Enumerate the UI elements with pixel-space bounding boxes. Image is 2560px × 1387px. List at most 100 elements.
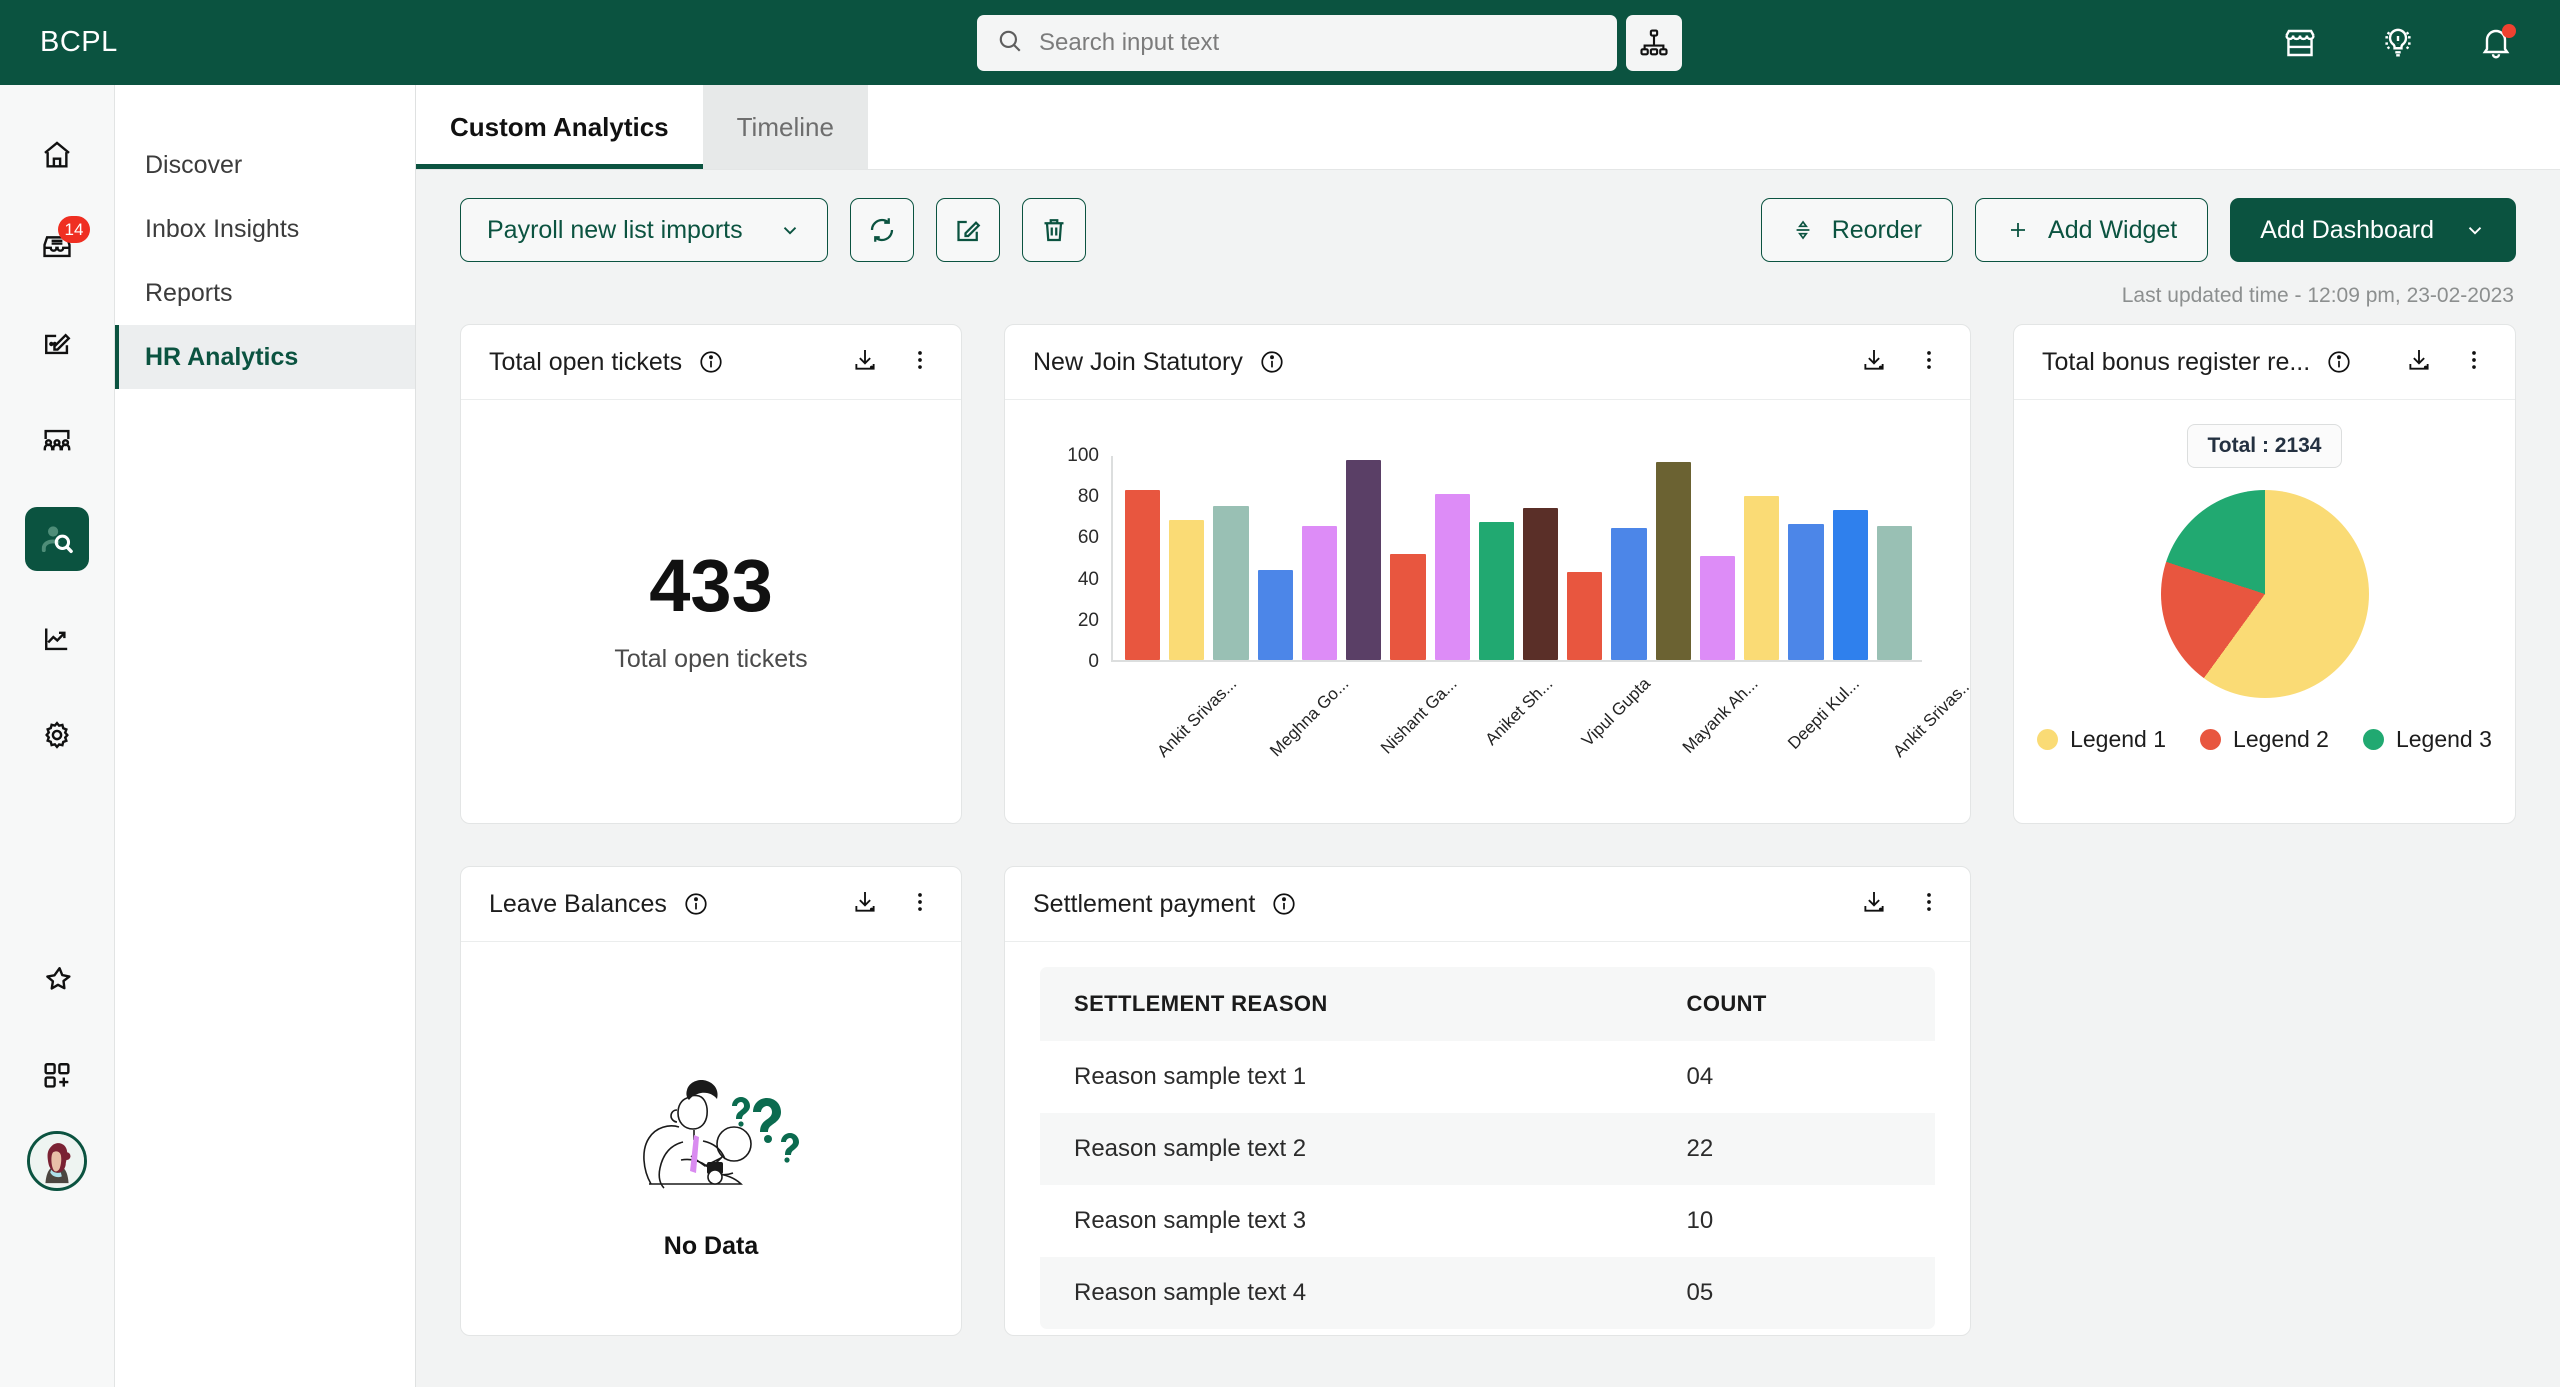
legend-item[interactable]: Legend 1 xyxy=(2037,726,2166,753)
trash-icon xyxy=(1044,219,1064,242)
bar[interactable] xyxy=(1390,554,1426,660)
widget-body: No Data xyxy=(461,942,961,1335)
table-body: Reason sample text 1 04 Reason sample text… xyxy=(1040,1041,1935,1329)
tab-custom-analytics[interactable]: Custom Analytics xyxy=(416,85,703,169)
bar[interactable] xyxy=(1611,528,1647,660)
y-axis-tick: 0 xyxy=(1088,651,1099,672)
brand-logo[interactable]: BCPL xyxy=(40,26,118,59)
bar[interactable] xyxy=(1788,524,1824,660)
bar[interactable] xyxy=(1434,494,1470,660)
more-options-icon[interactable] xyxy=(907,889,933,920)
bar[interactable] xyxy=(1301,526,1338,660)
bar[interactable] xyxy=(1655,462,1691,660)
tab-timeline[interactable]: Timeline xyxy=(702,85,868,169)
more-options-icon[interactable] xyxy=(907,347,933,378)
subnav-item-discover[interactable]: Discover xyxy=(115,133,415,197)
info-icon[interactable] xyxy=(2326,349,2352,375)
sidebar-item-add-app[interactable] xyxy=(25,1043,89,1107)
dashboard-select[interactable]: Payroll new list imports xyxy=(460,198,828,262)
sidebar-item-people-search[interactable] xyxy=(25,507,89,571)
info-icon[interactable] xyxy=(1259,349,1285,375)
more-options-icon[interactable] xyxy=(1916,347,1942,378)
sidebar-item-analytics[interactable] xyxy=(25,607,89,671)
bar[interactable] xyxy=(1346,460,1382,660)
info-icon[interactable] xyxy=(698,349,724,375)
download-icon[interactable] xyxy=(2405,346,2433,379)
widget-actions xyxy=(1860,346,1942,379)
pie-slices xyxy=(2160,490,2369,698)
download-icon[interactable] xyxy=(851,346,879,379)
widget-actions xyxy=(1860,888,1942,921)
search-input[interactable] xyxy=(1039,29,1597,57)
download-icon[interactable] xyxy=(1860,346,1888,379)
table-row[interactable]: Reason sample text 1 04 xyxy=(1040,1041,1935,1113)
sidebar-item-team[interactable] xyxy=(25,407,89,471)
refresh-button[interactable] xyxy=(849,198,914,262)
metric-label: Total open tickets xyxy=(614,645,808,673)
table-row[interactable]: Reason sample text 3 10 xyxy=(1040,1185,1935,1257)
bar[interactable] xyxy=(1699,556,1736,660)
sidebar-item-home[interactable] xyxy=(25,123,89,187)
metric-value: 433 xyxy=(649,544,773,627)
sidebar-item-inbox[interactable]: 14 xyxy=(25,215,90,279)
bar[interactable] xyxy=(1567,572,1603,660)
bar[interactable] xyxy=(1125,490,1161,660)
info-icon[interactable] xyxy=(683,891,709,917)
add-dashboard-label: Add Dashboard xyxy=(2260,215,2434,244)
settlement-table-wrap: SETTLEMENT REASON COUNT Reason sample te… xyxy=(1005,942,1970,1335)
add-widget-button[interactable]: Add Widget xyxy=(1975,198,2209,262)
info-icon[interactable] xyxy=(1271,891,1297,917)
bar[interactable] xyxy=(1169,520,1205,660)
sidebar-item-compose[interactable] xyxy=(25,311,89,375)
cell-count: 22 xyxy=(1686,1135,1714,1162)
table-row[interactable]: Reason sample text 4 05 xyxy=(1040,1257,1935,1329)
column-header-count: COUNT xyxy=(1652,967,1935,1041)
download-icon[interactable] xyxy=(851,888,879,921)
table-row[interactable]: Reason sample text 2 22 xyxy=(1040,1113,1935,1185)
widget-total-bonus-register: Total bonus register re... Total: 2134 … xyxy=(2013,324,2516,824)
widget-title: Total bonus register re... xyxy=(2042,347,2311,376)
legend-item[interactable]: Legend 2 xyxy=(2200,726,2329,753)
refresh-icon xyxy=(870,218,893,242)
bar[interactable] xyxy=(1257,570,1293,660)
y-axis-tick: 60 xyxy=(1077,527,1099,549)
bell-notification-icon[interactable] xyxy=(2478,23,2516,61)
widget-body: 433 Total open tickets xyxy=(461,400,961,823)
edit-button[interactable] xyxy=(935,198,1000,262)
sidebar-item-settings[interactable] xyxy=(25,703,89,767)
reorder-icon xyxy=(1796,220,1810,240)
chevron-down-icon xyxy=(2468,227,2482,235)
bar[interactable] xyxy=(1832,510,1868,660)
bar[interactable] xyxy=(1522,508,1559,660)
bar[interactable] xyxy=(1478,522,1514,660)
subnav-item-inbox-insights[interactable]: Inbox Insights xyxy=(115,197,415,261)
bar[interactable] xyxy=(1744,496,1780,660)
bar[interactable] xyxy=(1213,506,1249,660)
org-chart-icon[interactable] xyxy=(1626,15,1682,71)
avatar[interactable] xyxy=(27,1131,87,1191)
add-dashboard-button[interactable]: Add Dashboard xyxy=(2230,198,2516,262)
sidebar-item-magic[interactable] xyxy=(25,947,89,1011)
reorder-button[interactable]: Reorder xyxy=(1760,198,1954,262)
widget-header: Leave Balances xyxy=(461,867,961,942)
widget-actions xyxy=(851,888,933,921)
legend-color-dot xyxy=(2200,729,2222,750)
search-box[interactable] xyxy=(977,15,1617,71)
download-icon[interactable] xyxy=(1860,888,1888,921)
more-options-icon[interactable] xyxy=(1916,889,1942,920)
bar[interactable] xyxy=(1876,526,1912,660)
storefront-icon[interactable] xyxy=(2282,25,2318,61)
widget-leave-balances: Leave Balances No Data xyxy=(460,866,962,1336)
lightbulb-idea-icon[interactable] xyxy=(2380,25,2416,61)
cell-settlement-reason: Reason sample text 2 xyxy=(1074,1135,1307,1162)
x-axis-labels: Ankit Srivas... Meghna Go... Nishant Ga...… xyxy=(1111,668,1970,788)
legend-item[interactable]: Legend 3 xyxy=(2362,726,2492,753)
subnav-item-reports[interactable]: Reports xyxy=(115,261,415,325)
widget-title: Total open tickets xyxy=(489,347,683,376)
widget-total-open-tickets: Total open tickets 433 Total open ticket… xyxy=(460,324,962,824)
subnav-item-hr-analytics[interactable]: HR Analytics xyxy=(115,325,415,389)
widget-actions xyxy=(851,346,933,379)
delete-button[interactable] xyxy=(1021,198,1086,262)
more-options-icon[interactable] xyxy=(2461,347,2487,378)
widget-header: Total open tickets xyxy=(461,325,961,400)
